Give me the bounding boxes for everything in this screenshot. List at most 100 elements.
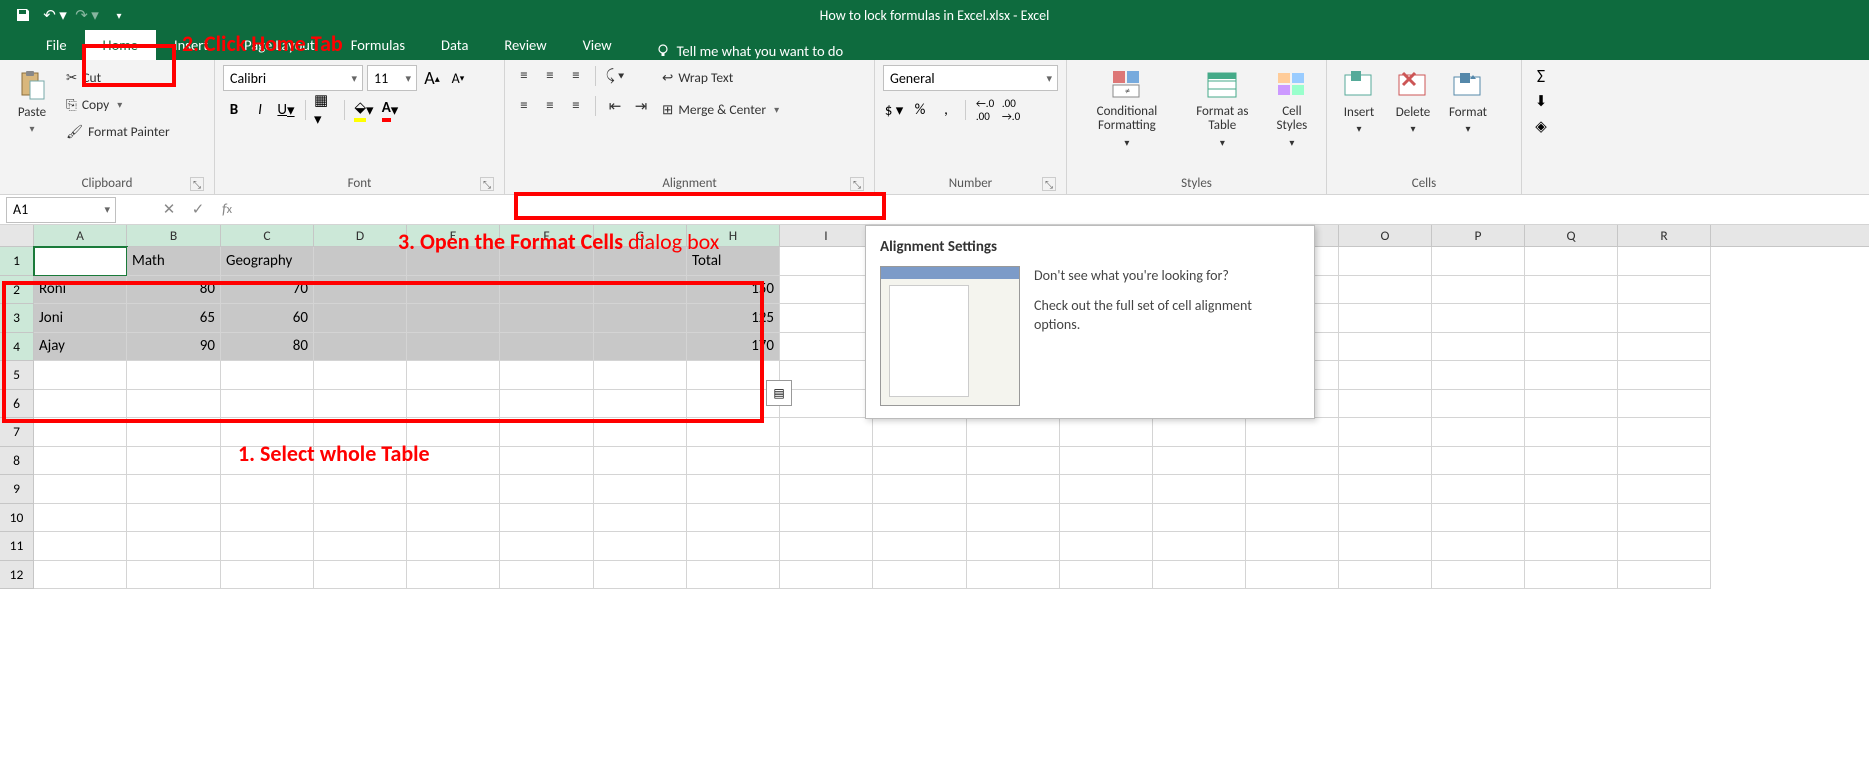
col-header[interactable]: Q bbox=[1525, 225, 1618, 246]
cell[interactable] bbox=[1525, 361, 1618, 390]
cell[interactable] bbox=[1060, 475, 1153, 504]
bold-button[interactable]: B bbox=[223, 99, 245, 121]
cell[interactable] bbox=[1618, 532, 1711, 561]
cell[interactable] bbox=[687, 447, 780, 476]
cell[interactable] bbox=[314, 504, 407, 533]
cell[interactable] bbox=[1618, 447, 1711, 476]
italic-button[interactable]: I bbox=[249, 99, 271, 121]
cell[interactable] bbox=[1246, 475, 1339, 504]
col-header[interactable]: D bbox=[314, 225, 407, 246]
copy-button[interactable]: ⎘Copy▾ bbox=[62, 92, 174, 116]
cell[interactable] bbox=[1432, 247, 1525, 276]
cell[interactable] bbox=[127, 447, 221, 476]
decrease-font-icon[interactable]: A▾ bbox=[447, 67, 469, 89]
border-button[interactable]: ▦ ▾ bbox=[314, 99, 336, 121]
cell[interactable] bbox=[1339, 361, 1432, 390]
cell[interactable] bbox=[1246, 532, 1339, 561]
cell[interactable] bbox=[594, 504, 687, 533]
cell[interactable] bbox=[780, 276, 873, 305]
align-left-icon[interactable]: ≡ bbox=[513, 95, 535, 117]
cell[interactable] bbox=[500, 247, 594, 276]
cell[interactable] bbox=[687, 475, 780, 504]
cell[interactable] bbox=[314, 532, 407, 561]
comma-button[interactable]: , bbox=[935, 99, 957, 121]
cell[interactable] bbox=[873, 418, 967, 447]
align-middle-icon[interactable]: ≡ bbox=[539, 65, 561, 87]
cell[interactable] bbox=[1618, 504, 1711, 533]
cell[interactable] bbox=[127, 561, 221, 590]
cell[interactable]: 70 bbox=[221, 276, 314, 305]
cell[interactable]: 125 bbox=[687, 304, 780, 333]
customize-qa-icon[interactable]: ▾ bbox=[106, 2, 132, 28]
cell[interactable] bbox=[221, 475, 314, 504]
cell[interactable] bbox=[594, 390, 687, 419]
cell[interactable] bbox=[873, 504, 967, 533]
row-header[interactable]: 10 bbox=[0, 504, 34, 533]
fill-color-button[interactable]: ⬙ ▾ bbox=[353, 99, 375, 121]
cell[interactable] bbox=[1525, 447, 1618, 476]
row-header[interactable]: 12 bbox=[0, 561, 34, 590]
cell[interactable] bbox=[500, 333, 594, 362]
cell[interactable] bbox=[594, 304, 687, 333]
increase-decimal-icon[interactable]: ←.0.00 bbox=[974, 99, 996, 121]
cell[interactable] bbox=[127, 504, 221, 533]
decrease-indent-icon[interactable]: ⇤ bbox=[604, 95, 626, 117]
cell[interactable] bbox=[967, 504, 1060, 533]
cell[interactable] bbox=[873, 475, 967, 504]
cell[interactable] bbox=[1339, 561, 1432, 590]
cell[interactable] bbox=[1153, 532, 1246, 561]
save-icon[interactable] bbox=[10, 2, 36, 28]
tab-file[interactable]: File bbox=[28, 30, 85, 60]
cell[interactable] bbox=[314, 276, 407, 305]
cell[interactable] bbox=[967, 475, 1060, 504]
cell[interactable] bbox=[780, 447, 873, 476]
cell[interactable] bbox=[1618, 475, 1711, 504]
cell[interactable] bbox=[967, 561, 1060, 590]
cell[interactable] bbox=[127, 418, 221, 447]
cell[interactable] bbox=[34, 504, 127, 533]
cell[interactable] bbox=[594, 333, 687, 362]
cell[interactable] bbox=[1525, 504, 1618, 533]
cell[interactable] bbox=[1432, 532, 1525, 561]
cell[interactable] bbox=[687, 504, 780, 533]
cell[interactable] bbox=[967, 418, 1060, 447]
enter-formula-icon[interactable]: ✓ bbox=[185, 198, 211, 222]
cell[interactable] bbox=[780, 390, 873, 419]
cell[interactable] bbox=[1246, 504, 1339, 533]
cell[interactable] bbox=[1339, 418, 1432, 447]
cell[interactable] bbox=[1432, 504, 1525, 533]
cell[interactable] bbox=[687, 561, 780, 590]
align-center-icon[interactable]: ≡ bbox=[539, 95, 561, 117]
cell[interactable] bbox=[1246, 561, 1339, 590]
cell[interactable] bbox=[500, 447, 594, 476]
cell[interactable] bbox=[1432, 304, 1525, 333]
cell[interactable] bbox=[1618, 333, 1711, 362]
col-header[interactable]: H bbox=[687, 225, 780, 246]
cell[interactable] bbox=[314, 333, 407, 362]
tab-page-layout[interactable]: Page Layout bbox=[226, 30, 333, 60]
cell[interactable] bbox=[1525, 475, 1618, 504]
col-header[interactable]: G bbox=[594, 225, 687, 246]
cell[interactable] bbox=[221, 532, 314, 561]
cell[interactable] bbox=[407, 390, 500, 419]
cell[interactable] bbox=[1060, 504, 1153, 533]
cell[interactable] bbox=[407, 504, 500, 533]
cell[interactable] bbox=[407, 532, 500, 561]
increase-font-icon[interactable]: A▴ bbox=[421, 67, 443, 89]
cell[interactable]: 80 bbox=[221, 333, 314, 362]
cell[interactable] bbox=[967, 447, 1060, 476]
select-all-corner[interactable] bbox=[0, 225, 34, 246]
cell[interactable] bbox=[1432, 561, 1525, 590]
cell[interactable] bbox=[1432, 475, 1525, 504]
tab-insert[interactable]: Insert bbox=[156, 30, 226, 60]
row-header[interactable]: 7 bbox=[0, 418, 34, 447]
cell[interactable] bbox=[780, 361, 873, 390]
cell[interactable]: 150 bbox=[687, 276, 780, 305]
cell[interactable] bbox=[1339, 475, 1432, 504]
cell[interactable] bbox=[1060, 447, 1153, 476]
cell[interactable] bbox=[500, 504, 594, 533]
col-header[interactable]: P bbox=[1432, 225, 1525, 246]
autosum-icon[interactable]: Σ bbox=[1530, 65, 1552, 87]
cell[interactable] bbox=[594, 561, 687, 590]
cell[interactable] bbox=[780, 475, 873, 504]
